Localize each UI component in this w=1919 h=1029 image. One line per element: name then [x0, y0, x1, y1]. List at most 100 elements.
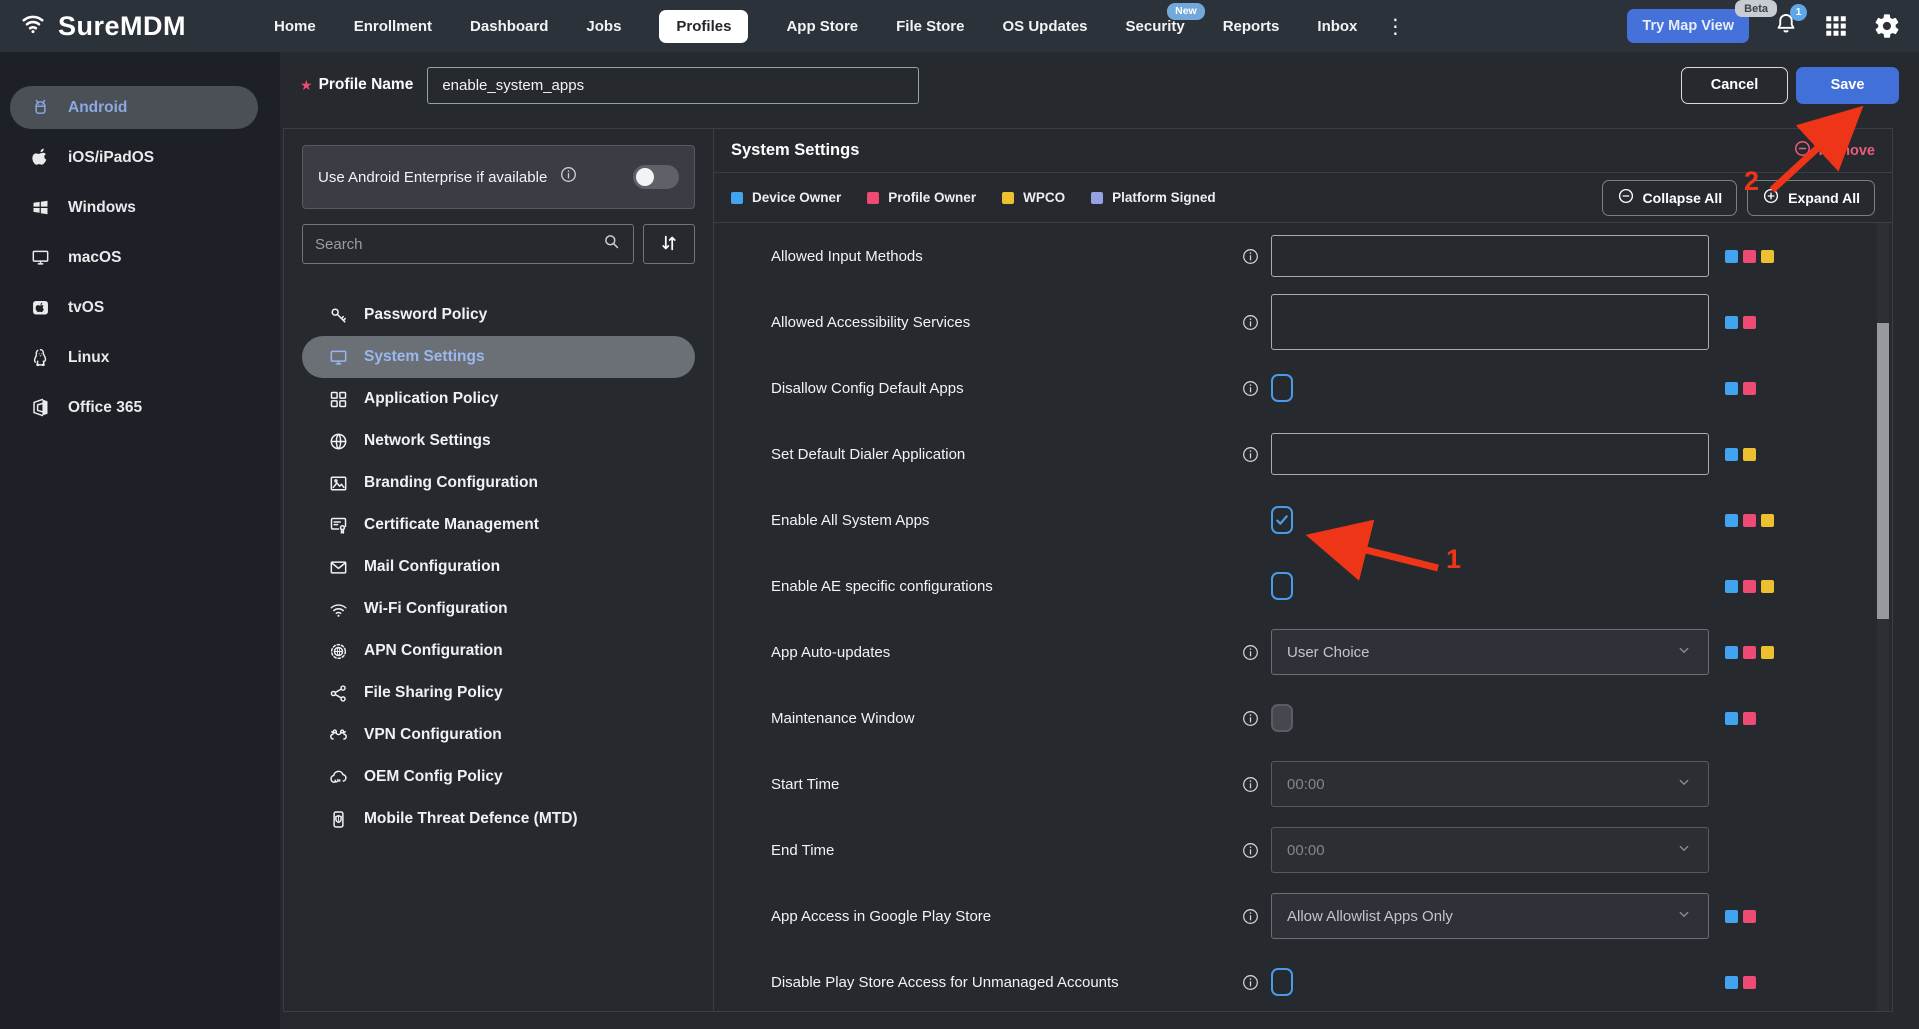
- owner-badges: [1725, 250, 1774, 263]
- setting-label: Start Time: [771, 776, 1241, 793]
- nav-item-jobs[interactable]: Jobs: [586, 18, 621, 35]
- policy-item-certificate-management[interactable]: Certificate Management: [302, 504, 695, 546]
- nav-item-app-store[interactable]: App Store: [786, 18, 858, 35]
- windows-icon: [30, 197, 51, 218]
- more-menu-icon[interactable]: ⋮: [1385, 14, 1405, 39]
- plus-circle-icon: [1762, 187, 1780, 208]
- policy-item-system-settings[interactable]: System Settings: [302, 336, 695, 378]
- badge-wpco: [1761, 580, 1774, 593]
- policy-item-vpn-configuration[interactable]: VPN Configuration: [302, 714, 695, 756]
- sidebar-item-macos[interactable]: macOS: [0, 236, 280, 279]
- info-icon[interactable]: [1241, 643, 1271, 662]
- legend-label: WPCO: [1023, 190, 1065, 205]
- maintenance-window-checkbox[interactable]: [1271, 704, 1293, 732]
- policy-item-mail-configuration[interactable]: Mail Configuration: [302, 546, 695, 588]
- policy-item-branding-configuration[interactable]: Branding Configuration: [302, 462, 695, 504]
- end-time-select[interactable]: 00:00: [1271, 827, 1709, 873]
- owner-badges: [1725, 910, 1756, 923]
- nav-item-enrollment[interactable]: Enrollment: [354, 18, 432, 35]
- sidebar-item-tvos[interactable]: tvOS: [0, 286, 280, 329]
- top-navbar: SureMDM HomeEnrollmentDashboardJobsProfi…: [0, 0, 1919, 52]
- badge-wpco: [1743, 448, 1756, 461]
- enable-ae-specific-configurations-checkbox[interactable]: [1271, 572, 1293, 600]
- badge-do: [1725, 910, 1738, 923]
- sidebar-item-android[interactable]: Android: [10, 86, 258, 129]
- sidebar-item-windows[interactable]: Windows: [0, 186, 280, 229]
- set-default-dialer-application-input[interactable]: [1271, 433, 1709, 475]
- allowed-input-methods-input[interactable]: [1271, 235, 1709, 277]
- info-icon[interactable]: [1241, 445, 1271, 464]
- sidebar-item-ios-ipados[interactable]: iOS/iPadOS: [0, 136, 280, 179]
- policy-item-password-policy[interactable]: Password Policy: [302, 294, 695, 336]
- policy-item-apn-configuration[interactable]: APN Configuration: [302, 630, 695, 672]
- start-time-select[interactable]: 00:00: [1271, 761, 1709, 807]
- sort-button[interactable]: [643, 224, 695, 264]
- policy-item-wi-fi-configuration[interactable]: Wi-Fi Configuration: [302, 588, 695, 630]
- nav-item-file-store[interactable]: File Store: [896, 18, 964, 35]
- badge-wpco: [1761, 250, 1774, 263]
- selected-value: 00:00: [1287, 842, 1325, 859]
- save-button[interactable]: Save: [1796, 67, 1899, 104]
- os-sidebar: Android iOS/iPadOS Windows macOS tvOS Linux Of…: [0, 52, 280, 1029]
- nav-item-home[interactable]: Home: [274, 18, 316, 35]
- badge-do: [1725, 448, 1738, 461]
- policy-item-file-sharing-policy[interactable]: File Sharing Policy: [302, 672, 695, 714]
- nav-item-reports[interactable]: Reports: [1223, 18, 1280, 35]
- info-icon[interactable]: [1241, 907, 1271, 926]
- sidebar-item-office-365[interactable]: Office 365: [0, 386, 280, 429]
- info-icon[interactable]: [1241, 775, 1271, 794]
- main-area: ★ Profile Name Cancel Save Use Android E…: [280, 52, 1919, 1029]
- cancel-button[interactable]: Cancel: [1681, 67, 1788, 104]
- policy-item-mobile-threat-defence-mtd[interactable]: Mobile Threat Defence (MTD): [302, 798, 695, 840]
- info-icon[interactable]: [1241, 379, 1271, 398]
- disable-play-store-access-for-unmanaged-accounts-checkbox[interactable]: [1271, 968, 1293, 996]
- settings-row-disallow-config-default-apps: Disallow Config Default Apps: [714, 355, 1892, 421]
- app-launcher-icon[interactable]: [1823, 13, 1849, 39]
- legend-item-device-owner: Device Owner: [731, 190, 841, 205]
- allowed-accessibility-services-input[interactable]: [1271, 294, 1709, 350]
- policy-item-label: Mail Configuration: [364, 558, 500, 576]
- policy-item-oem-config-policy[interactable]: OEM Config Policy: [302, 756, 695, 798]
- info-icon[interactable]: [1241, 841, 1271, 860]
- notifications-button[interactable]: 1: [1773, 11, 1799, 42]
- disallow-config-default-apps-checkbox[interactable]: [1271, 374, 1293, 402]
- remove-button[interactable]: Remove: [1793, 139, 1875, 162]
- enable-all-system-apps-checkbox[interactable]: [1271, 506, 1293, 534]
- policy-item-network-settings[interactable]: Network Settings: [302, 420, 695, 462]
- owner-badges: [1725, 580, 1774, 593]
- profile-name-input[interactable]: [427, 67, 919, 104]
- nav-menu: Home Enrollment Dashboard Jobs Profiles App S…: [274, 10, 1357, 43]
- android-enterprise-toggle[interactable]: [633, 165, 679, 189]
- nav-item-inbox[interactable]: Inbox: [1317, 18, 1357, 35]
- nav-item-os-updates[interactable]: OS Updates: [1002, 18, 1087, 35]
- badge-wpco: [1761, 646, 1774, 659]
- badge-po: [1743, 382, 1756, 395]
- sidebar-item-label: macOS: [68, 249, 121, 267]
- try-map-view-button[interactable]: Try Map View: [1627, 9, 1749, 43]
- sort-arrows-icon: [658, 232, 680, 257]
- nav-item-dashboard[interactable]: Dashboard: [470, 18, 548, 35]
- info-icon[interactable]: [1241, 709, 1271, 728]
- badge-do: [1725, 646, 1738, 659]
- info-icon[interactable]: [1241, 247, 1271, 266]
- info-icon[interactable]: [1241, 313, 1271, 332]
- panel-header: System Settings Remove: [714, 129, 1892, 173]
- policy-search-input[interactable]: [315, 236, 602, 253]
- expand-all-button[interactable]: Expand All: [1747, 180, 1875, 216]
- scrollbar-thumb[interactable]: [1877, 323, 1889, 619]
- sidebar-item-linux[interactable]: Linux: [0, 336, 280, 379]
- settings-row-allowed-input-methods: Allowed Input Methods: [714, 223, 1892, 289]
- info-icon[interactable]: [1241, 973, 1271, 992]
- app-auto-updates-select[interactable]: User Choice: [1271, 629, 1709, 675]
- legend-color-swatch: [731, 192, 743, 204]
- app-access-in-google-play-store-select[interactable]: Allow Allowlist Apps Only: [1271, 893, 1709, 939]
- android-icon: [30, 97, 51, 118]
- nav-item-security[interactable]: SecurityNew: [1126, 18, 1185, 35]
- nav-item-profiles[interactable]: Profiles: [659, 10, 748, 43]
- badge-do: [1725, 514, 1738, 527]
- setting-label: Disallow Config Default Apps: [771, 380, 1241, 397]
- policy-item-application-policy[interactable]: Application Policy: [302, 378, 695, 420]
- collapse-all-button[interactable]: Collapse All: [1602, 180, 1738, 216]
- info-icon[interactable]: [559, 165, 578, 189]
- settings-gear-icon[interactable]: [1873, 12, 1901, 40]
